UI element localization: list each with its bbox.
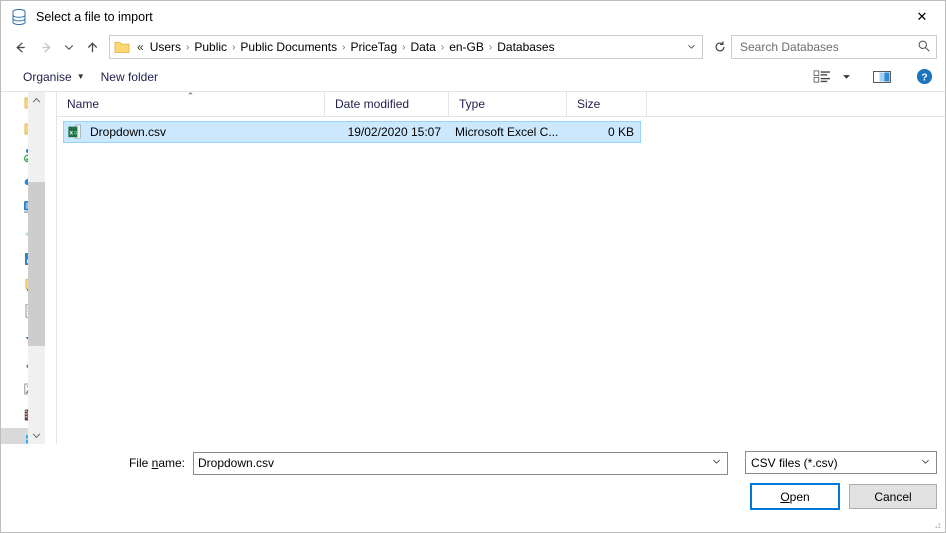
file-type-filter-value: CSV files (*.csv) (751, 455, 838, 470)
refresh-icon[interactable] (709, 35, 731, 59)
open-label: pen (789, 489, 810, 504)
chevron-down-icon[interactable] (682, 41, 700, 54)
file-name-input[interactable] (198, 456, 708, 470)
sort-ascending-icon: ⌃ (186, 91, 195, 101)
breadcrumb-item-6[interactable]: Databases (493, 40, 558, 54)
excel-csv-icon: x a (67, 124, 83, 140)
breadcrumb-overflow[interactable]: « (133, 40, 146, 54)
column-header-row: ⌃ Name Date modified Type Size (57, 91, 945, 117)
sidebar-scrollbar[interactable] (28, 92, 45, 444)
file-rows: x a Dropdown.csv 19/02/2020 15:07 Micros… (57, 117, 945, 444)
scroll-down-icon[interactable] (28, 427, 45, 444)
folder-icon (114, 40, 130, 54)
file-name-label: File name: (1, 456, 193, 470)
help-icon[interactable]: ? (909, 65, 939, 89)
preview-pane-icon[interactable] (867, 65, 897, 89)
resize-grip[interactable] (930, 518, 942, 530)
database-icon (10, 8, 28, 26)
breadcrumb-item-4[interactable]: Data (407, 40, 440, 54)
new-folder-button[interactable]: New folder (93, 66, 166, 88)
scrollbar-track[interactable] (28, 109, 45, 427)
organise-label: Organise (23, 69, 72, 84)
file-name-combo[interactable] (193, 451, 728, 475)
label-part: ame: (158, 456, 185, 470)
breadcrumb-item-0[interactable]: Users (146, 40, 185, 54)
chevron-down-icon[interactable] (708, 456, 725, 470)
window-title: Select a file to import (36, 9, 153, 24)
column-label: Type (459, 97, 486, 111)
search-box[interactable] (731, 35, 937, 59)
breadcrumb-item-5[interactable]: en-GB (445, 40, 488, 54)
view-options-icon[interactable] (807, 65, 837, 89)
breadcrumb-item-1[interactable]: Public (190, 40, 231, 54)
column-header-size[interactable]: Size (567, 92, 647, 116)
file-type-filter-dropdown[interactable]: CSV files (*.csv) (745, 451, 937, 474)
breadcrumb: « Users › Public › Public Documents › Pr… (133, 40, 682, 54)
navigation-bar: « Users › Public › Public Documents › Pr… (1, 32, 945, 62)
breadcrumb-item-2[interactable]: Public Documents (236, 40, 341, 54)
recent-locations-button[interactable] (59, 34, 79, 60)
address-bar[interactable]: « Users › Public › Public Documents › Pr… (109, 35, 703, 59)
search-icon[interactable] (917, 39, 931, 56)
new-folder-label: New folder (100, 69, 158, 84)
toolbar: Organise ▼ New folder ? (1, 62, 945, 92)
svg-text:x: x (70, 129, 74, 136)
cell-type: Microsoft Excel C... (455, 125, 559, 139)
button-row: Open Cancel (750, 483, 937, 510)
chevron-down-icon: ▼ (76, 72, 85, 81)
file-name: Dropdown.csv (90, 125, 167, 139)
file-list-pane: ⌃ Name Date modified Type Size x a Dropd… (57, 91, 945, 444)
column-header-name[interactable]: ⌃ Name (57, 91, 325, 116)
view-options-caret-icon[interactable] (837, 65, 855, 89)
dialog-body: ⌃ Name Date modified Type Size x a Dropd… (1, 91, 945, 444)
up-button[interactable] (79, 34, 105, 60)
search-input[interactable] (740, 40, 917, 54)
chevron-down-icon[interactable] (917, 456, 934, 470)
file-open-dialog: Select a file to import ✕ « Users › Publ… (0, 0, 946, 533)
close-icon[interactable]: ✕ (899, 1, 945, 32)
dialog-footer: File name: CSV files (*.csv) Open Cancel (1, 444, 945, 532)
open-accelerator: O (780, 489, 790, 504)
column-label: Name (67, 97, 100, 111)
label-part: File (128, 456, 152, 470)
back-button[interactable] (7, 34, 33, 60)
column-header-date-modified[interactable]: Date modified (325, 92, 449, 116)
column-header-type[interactable]: Type (449, 92, 567, 116)
table-row[interactable]: x a Dropdown.csv 19/02/2020 15:07 Micros… (63, 121, 641, 143)
open-button[interactable]: Open (750, 483, 840, 510)
cell-date-modified: 19/02/2020 15:07 (347, 125, 441, 139)
navigation-sidebar[interactable] (1, 92, 57, 444)
cell-size: 0 KB (607, 125, 634, 139)
cell-name: x a Dropdown.csv (64, 124, 326, 140)
scroll-up-icon[interactable] (28, 92, 45, 109)
cancel-button[interactable]: Cancel (849, 484, 937, 509)
breadcrumb-item-3[interactable]: PriceTag (346, 40, 401, 54)
svg-text:?: ? (921, 72, 927, 83)
column-label: Date modified (335, 97, 410, 111)
cancel-label: Cancel (874, 489, 912, 504)
scrollbar-thumb[interactable] (28, 182, 45, 346)
organise-button[interactable]: Organise ▼ (15, 66, 93, 88)
forward-button[interactable] (33, 34, 59, 60)
title-bar: Select a file to import ✕ (1, 1, 945, 32)
column-label: Size (577, 97, 601, 111)
